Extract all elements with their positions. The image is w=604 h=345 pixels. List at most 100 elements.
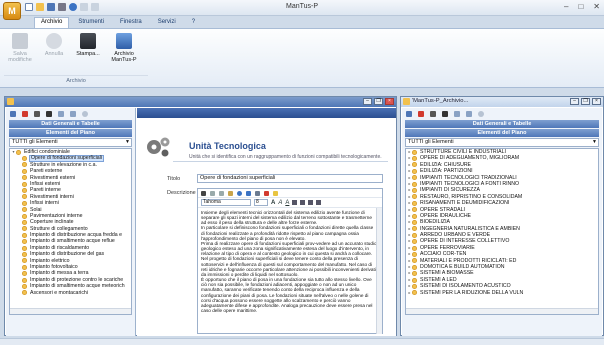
print-button[interactable]: Stampa... bbox=[72, 33, 104, 57]
close-button[interactable]: ✕ bbox=[593, 2, 600, 11]
bold-icon[interactable]: A bbox=[271, 200, 275, 206]
undo-button[interactable]: Annulla bbox=[38, 33, 70, 57]
plan-elements-bar[interactable]: Elementi del Piano bbox=[9, 129, 132, 137]
doc-minimize-button[interactable]: – bbox=[570, 98, 579, 105]
copy-icon[interactable] bbox=[219, 190, 224, 196]
highlight-icon[interactable] bbox=[273, 190, 278, 196]
element-icon bbox=[412, 277, 417, 283]
font-color-icon[interactable] bbox=[264, 190, 269, 196]
window-title: ManTus-P bbox=[285, 3, 319, 10]
elements-filter-select[interactable]: TUTTI gli Elementi ▼ bbox=[405, 138, 599, 147]
element-icon bbox=[22, 245, 27, 251]
element-icon bbox=[412, 271, 417, 277]
element-icon bbox=[22, 283, 27, 289]
search-icon[interactable] bbox=[237, 190, 242, 196]
tree-item-label: SISTEMI PER LA RIDUZIONE DELLA VULN bbox=[420, 289, 524, 296]
archive-button[interactable]: Archivio ManTus-P bbox=[108, 33, 140, 63]
arrow-up-icon[interactable] bbox=[58, 111, 64, 117]
justify-icon[interactable] bbox=[316, 200, 322, 205]
element-icon bbox=[412, 162, 417, 168]
arrow-down-icon[interactable] bbox=[466, 111, 472, 117]
plan-elements-bar[interactable]: Elementi del Piano bbox=[405, 129, 599, 137]
app-logo-icon[interactable]: M bbox=[3, 2, 21, 20]
general-data-bar[interactable]: Dati Generali e Tabelle bbox=[405, 120, 599, 128]
divider bbox=[173, 161, 388, 162]
print-icon[interactable] bbox=[201, 190, 206, 196]
element-icon bbox=[22, 156, 27, 162]
horizontal-scrollbar[interactable] bbox=[406, 308, 598, 314]
ribbon-tabs: Archivio Strumenti Finestra Servizi ? bbox=[0, 17, 604, 28]
eye-icon[interactable] bbox=[478, 111, 484, 117]
element-icon bbox=[412, 251, 417, 257]
document-header: – ❐ × bbox=[5, 97, 396, 107]
vertical-scrollbar[interactable] bbox=[376, 208, 382, 334]
editor-toolbar-top bbox=[198, 189, 382, 198]
font-size-select[interactable]: 8 bbox=[254, 199, 268, 206]
horizontal-scrollbar[interactable] bbox=[10, 308, 131, 314]
tab-servizi[interactable]: Servizi bbox=[151, 17, 183, 28]
titolo-field[interactable]: Opere di fondazioni superficiali bbox=[197, 174, 383, 183]
elements-filter-select[interactable]: TUTTI gli Elementi ▼ bbox=[9, 138, 132, 147]
minimize-button[interactable]: – bbox=[564, 2, 568, 11]
align-center-icon[interactable] bbox=[300, 200, 306, 205]
maximize-button[interactable]: □ bbox=[578, 2, 583, 11]
tree-item[interactable]: Ascensori e montacarichi bbox=[10, 290, 131, 296]
align-right-icon[interactable] bbox=[308, 200, 314, 205]
element-icon bbox=[22, 200, 27, 206]
element-icon bbox=[412, 245, 417, 251]
grid-icon[interactable] bbox=[430, 111, 436, 117]
pane-toolbar bbox=[6, 108, 135, 120]
document-window-archive: 'ManTus-P_Archivio... – ❐ × Dati General… bbox=[400, 96, 604, 336]
element-icon bbox=[22, 207, 27, 213]
font-family-select[interactable]: Tahoma bbox=[201, 199, 251, 206]
description-text[interactable]: Insieme degli elementi tecnici orizzonta… bbox=[198, 208, 382, 333]
doc-close-button[interactable]: × bbox=[385, 98, 394, 105]
ribbon: Salva modifiche Annulla Stampa... Archiv… bbox=[0, 28, 604, 88]
tab-strumenti[interactable]: Strumenti bbox=[71, 17, 111, 28]
tab-finestra[interactable]: Finestra bbox=[113, 17, 149, 28]
page-title: Unità Tecnologica bbox=[189, 141, 266, 151]
pane-toolbar bbox=[402, 108, 602, 120]
elements-pane: Dati Generali e Tabelle Elementi del Pia… bbox=[6, 108, 136, 336]
general-data-bar[interactable]: Dati Generali e Tabelle bbox=[9, 120, 132, 128]
add-icon[interactable] bbox=[406, 111, 412, 117]
document-title: 'ManTus-P_Archivio... bbox=[412, 98, 469, 104]
element-icon bbox=[412, 226, 417, 232]
eye-icon[interactable] bbox=[82, 111, 88, 117]
delete-icon[interactable] bbox=[418, 111, 424, 117]
element-icon bbox=[22, 232, 27, 238]
element-icon bbox=[22, 290, 27, 296]
binoculars-icon[interactable] bbox=[442, 111, 448, 117]
binoculars-icon[interactable] bbox=[46, 111, 52, 117]
element-icon bbox=[412, 239, 417, 245]
detail-banner bbox=[137, 108, 396, 118]
element-icon bbox=[412, 258, 417, 264]
tab-archivio[interactable]: Archivio bbox=[34, 17, 70, 28]
elements-tree[interactable]: ▸ STRUTTURE CIVILI E INDUSTRIALI ▸ OPERE DI… bbox=[405, 148, 599, 315]
element-icon bbox=[412, 149, 417, 155]
description-paragraph: È opportuno che il piano di posa in una … bbox=[201, 277, 373, 313]
delete-icon[interactable] bbox=[22, 111, 28, 117]
arrow-up-icon[interactable] bbox=[454, 111, 460, 117]
paste-icon[interactable] bbox=[228, 190, 233, 196]
cut-icon[interactable] bbox=[210, 190, 215, 196]
tab-help[interactable]: ? bbox=[185, 17, 202, 28]
doc-minimize-button[interactable]: – bbox=[363, 98, 372, 105]
doc-close-button[interactable]: × bbox=[592, 98, 601, 105]
element-icon bbox=[412, 290, 417, 296]
add-icon[interactable] bbox=[10, 111, 16, 117]
align-left-icon[interactable] bbox=[292, 200, 298, 205]
underline-icon[interactable]: A bbox=[285, 200, 289, 206]
tree-item[interactable]: ▸ SISTEMI PER LA RIDUZIONE DELLA VULN bbox=[406, 290, 598, 296]
save-changes-button[interactable]: Salva modifiche bbox=[4, 33, 36, 63]
arrow-down-icon[interactable] bbox=[70, 111, 76, 117]
doc-restore-button[interactable]: ❐ bbox=[581, 98, 590, 105]
grid-icon[interactable] bbox=[34, 111, 40, 117]
italic-icon[interactable]: A bbox=[278, 200, 282, 206]
element-icon bbox=[412, 168, 417, 174]
doc-restore-button[interactable]: ❐ bbox=[374, 98, 383, 105]
spellcheck-icon[interactable] bbox=[246, 190, 251, 196]
elements-tree[interactable]: ▾ Edifici condominiale Opere di fondazioni… bbox=[9, 148, 132, 315]
ribbon-group-label: Archivio bbox=[4, 75, 148, 84]
list-icon[interactable] bbox=[255, 190, 260, 196]
